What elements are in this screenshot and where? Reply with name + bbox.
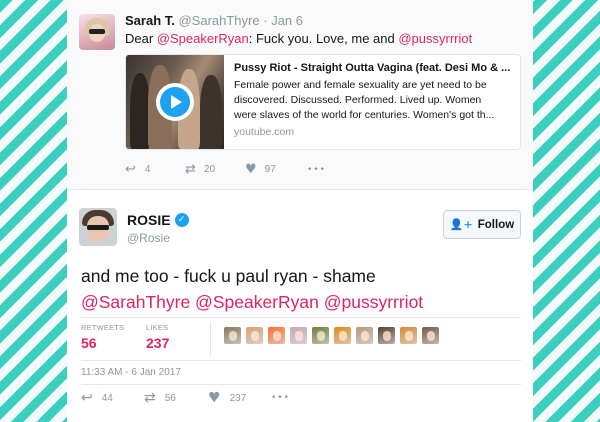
- liker-avatar[interactable]: [290, 327, 307, 344]
- follow-label: Follow: [477, 218, 515, 231]
- media-desc-line: were slaves of the world for centuries. …: [234, 109, 495, 121]
- liker-avatar[interactable]: [334, 327, 351, 344]
- likes-value: 237: [146, 335, 170, 351]
- main-like-count: 237: [229, 392, 247, 404]
- more-icon: •••: [271, 393, 290, 403]
- main-actions: ↩ 44 ⇄ 56 ♥ 237 •••: [81, 390, 290, 406]
- divider: [81, 360, 521, 361]
- reply-icon: ↩: [125, 162, 136, 177]
- more-icon: •••: [307, 164, 326, 175]
- divider: [81, 384, 521, 385]
- likers-avatars: [224, 327, 444, 344]
- tweet-card: Sarah T. @SarahThyre · Jan 6 Dear @Speak…: [67, 0, 533, 422]
- tweet-timestamp[interactable]: 11:33 AM - 6 Jan 2017: [81, 367, 181, 378]
- follow-button[interactable]: 👤+ Follow: [443, 210, 521, 239]
- liker-avatar[interactable]: [378, 327, 395, 344]
- video-thumbnail[interactable]: [126, 55, 224, 149]
- liker-avatar[interactable]: [224, 327, 241, 344]
- reply-header: Sarah T. @SarahThyre · Jan 6: [125, 13, 303, 28]
- retweet-button[interactable]: ⇄ 20: [185, 162, 245, 177]
- liker-avatar[interactable]: [400, 327, 417, 344]
- main-avatar[interactable]: [79, 208, 117, 246]
- main-more-button[interactable]: •••: [271, 393, 290, 403]
- main-like-button[interactable]: ♥ 237: [208, 390, 271, 406]
- media-description: Female power and female sexuality are ye…: [234, 78, 514, 123]
- reply-text: Dear @SpeakerRyan: Fuck you. Love, me an…: [125, 31, 472, 46]
- reply-count: 4: [144, 164, 151, 175]
- liker-avatar[interactable]: [422, 327, 439, 344]
- add-user-icon: 👤+: [449, 218, 473, 231]
- reply-date[interactable]: Jan 6: [271, 13, 303, 28]
- stat-separator: [210, 322, 211, 356]
- heart-icon: ♥: [208, 390, 221, 406]
- liker-avatar[interactable]: [312, 327, 329, 344]
- main-text-line1: and me too - fuck u paul ryan - shame: [81, 266, 376, 286]
- media-card[interactable]: Pussy Riot - Straight Outta Vagina (feat…: [125, 54, 521, 150]
- reply-separator: ·: [263, 13, 268, 28]
- media-domain: youtube.com: [234, 126, 295, 138]
- heart-icon: ♥: [245, 162, 257, 177]
- retweets-label: RETWEETS: [81, 323, 125, 332]
- liker-avatar[interactable]: [268, 327, 285, 344]
- retweets-value: 56: [81, 335, 97, 351]
- media-desc-line: Female power and female sexuality are ye…: [234, 79, 487, 91]
- like-count: 97: [264, 164, 276, 175]
- retweet-icon: ⇄: [185, 162, 196, 177]
- media-info: Pussy Riot - Straight Outta Vagina (feat…: [234, 62, 514, 138]
- divider: [81, 317, 521, 318]
- retweet-icon: ⇄: [144, 390, 156, 406]
- liker-avatar[interactable]: [246, 327, 263, 344]
- reply-text-prefix: Dear: [125, 31, 157, 46]
- verified-badge-icon: ✓: [174, 213, 189, 227]
- play-icon[interactable]: [156, 83, 194, 121]
- likes-label: LIKES: [146, 323, 169, 332]
- main-author-name-row[interactable]: ROSIE ✓: [127, 212, 189, 228]
- reply-author-handle[interactable]: @SarahThyre: [178, 13, 259, 28]
- main-retweet-count: 56: [164, 392, 176, 404]
- reply-button[interactable]: ↩ 4: [125, 162, 185, 177]
- reply-mention-pussyrrriot[interactable]: @pussyrrriot: [398, 31, 472, 46]
- likes-stat[interactable]: LIKES 237: [146, 323, 169, 351]
- main-retweet-button[interactable]: ⇄ 56: [144, 390, 208, 406]
- main-tweet-text: and me too - fuck u paul ryan - shame @S…: [81, 263, 423, 315]
- liker-avatar[interactable]: [356, 327, 373, 344]
- main-reply-button[interactable]: ↩ 44: [81, 390, 144, 406]
- main-text-mentions[interactable]: @SarahThyre @SpeakerRyan @pussyrrriot: [81, 289, 423, 315]
- reply-tweet[interactable]: Sarah T. @SarahThyre · Jan 6 Dear @Speak…: [67, 0, 533, 190]
- reply-avatar[interactable]: [79, 14, 115, 50]
- reply-mention-speakerryan[interactable]: @SpeakerRyan: [157, 31, 249, 46]
- reply-author-name[interactable]: Sarah T.: [125, 13, 175, 28]
- media-title[interactable]: Pussy Riot - Straight Outta Vagina (feat…: [234, 62, 514, 74]
- like-button[interactable]: ♥ 97: [245, 162, 307, 177]
- retweets-stat[interactable]: RETWEETS 56: [81, 323, 124, 351]
- main-reply-count: 44: [101, 392, 113, 404]
- media-desc-line: discovered. Discussed. Performed. Lived …: [234, 94, 482, 106]
- reply-text-middle: : Fuck you. Love, me and: [248, 31, 399, 46]
- retweet-count: 20: [203, 164, 216, 175]
- more-button[interactable]: •••: [307, 165, 326, 175]
- main-author-handle[interactable]: @Rosie: [127, 231, 170, 245]
- main-author-name[interactable]: ROSIE: [127, 212, 171, 228]
- reply-icon: ↩: [81, 390, 93, 406]
- reply-actions: ↩ 4 ⇄ 20 ♥ 97 •••: [125, 162, 326, 177]
